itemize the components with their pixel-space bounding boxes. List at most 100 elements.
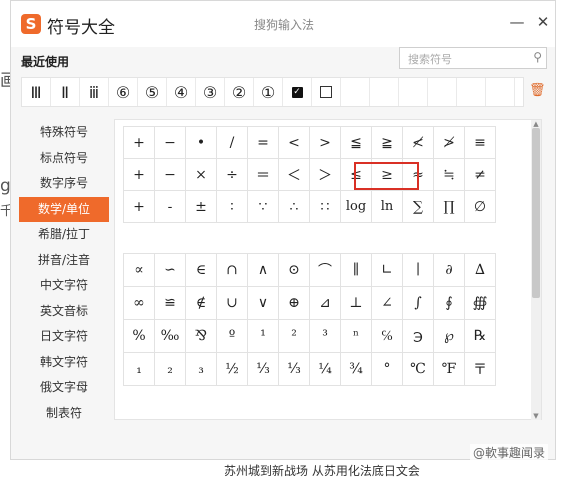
sidebar-item[interactable]: 中文字符 [19,273,109,299]
symbol-cell[interactable]: ∉ [186,287,217,320]
symbol-cell[interactable]: ∣ [403,254,434,287]
symbol-cell[interactable]: ℘ [434,320,465,353]
sidebar-item[interactable]: 数学/单位 [19,196,109,222]
symbol-cell[interactable]: ∮ [434,287,465,320]
symbol-cell[interactable]: ≠ [465,159,496,191]
recent-symbol-cell[interactable]: ⑤ [138,78,167,106]
sidebar-item[interactable]: 数字序号 [19,171,109,197]
recent-symbol-cell[interactable]: ② [225,78,254,106]
symbol-cell[interactable]: ½ [217,353,248,386]
scroll-up-icon[interactable]: ▲ [531,120,541,128]
symbol-cell[interactable]: ‰ [155,320,186,353]
symbol-cell[interactable]: < [279,127,310,159]
symbol-cell[interactable]: ∆ [465,254,496,287]
symbol-cell[interactable]: ∟ [372,254,403,287]
search-icon[interactable]: ⚲ [533,50,542,64]
recent-symbol-cell[interactable]: ⅲ [80,78,109,106]
symbol-cell[interactable]: log [341,191,372,223]
symbol-cell[interactable]: ℉ [434,353,465,386]
symbol-cell[interactable]: ⊿ [310,287,341,320]
symbol-cell[interactable]: ≒ [434,159,465,191]
minimize-icon[interactable]: — [507,13,527,31]
search-input[interactable] [406,50,530,68]
symbol-cell[interactable]: ∅ [465,191,496,223]
symbol-cell[interactable]: ＝ [248,159,279,191]
recent-symbol-cell[interactable] [312,78,341,106]
recent-symbol-cell[interactable]: ⑥ [109,78,138,106]
symbol-cell[interactable]: ¾ [341,353,372,386]
symbol-cell[interactable]: ∶ [217,191,248,223]
symbol-cell[interactable]: ≮ [403,127,434,159]
recent-symbol-cell[interactable]: ④ [167,78,196,106]
symbol-cell[interactable]: ∵ [248,191,279,223]
symbol-cell[interactable]: ∰ [465,287,496,320]
symbol-cell[interactable]: ³ [310,320,341,353]
sidebar-item[interactable]: 俄文字母 [19,375,109,401]
sidebar-item[interactable]: 拼音/注音 [19,248,109,274]
symbol-cell[interactable]: × [186,159,217,191]
scrollbar[interactable]: ▲ ▼ [531,120,541,420]
recent-symbol-cell[interactable]: ① [254,78,283,106]
symbol-cell[interactable]: ∷ [310,191,341,223]
symbol-cell[interactable]: ÷ [217,159,248,191]
symbol-cell[interactable]: ℅ [372,320,403,353]
symbol-cell[interactable]: • [186,127,217,159]
symbol-cell[interactable]: = [248,127,279,159]
symbol-cell[interactable]: ₁ [124,353,155,386]
symbol-cell[interactable]: ₂ [155,353,186,386]
symbol-cell[interactable]: ∏ [434,191,465,223]
recent-symbol-cell[interactable] [457,78,486,106]
symbol-cell[interactable]: ≦ [341,127,372,159]
symbol-cell[interactable]: + [124,127,155,159]
symbol-cell[interactable]: º [217,320,248,353]
symbol-cell[interactable]: ∩ [217,254,248,287]
close-icon[interactable]: ✕ [533,13,553,31]
symbol-cell[interactable]: ＞ [310,159,341,191]
symbol-cell[interactable]: ⅋ [186,320,217,353]
recent-symbol-cell[interactable]: ✓ [283,78,312,106]
symbol-cell[interactable]: ⊥ [341,287,372,320]
symbol-cell[interactable]: ∥ [341,254,372,287]
symbol-cell[interactable]: ⁿ [341,320,372,353]
symbol-cell[interactable]: ∪ [217,287,248,320]
symbol-cell[interactable]: ≡ [465,127,496,159]
symbol-cell[interactable]: ₃ [186,353,217,386]
symbol-cell[interactable]: ∞ [124,287,155,320]
symbol-cell[interactable]: ℈ [403,320,434,353]
symbol-cell[interactable]: ⊙ [279,254,310,287]
recent-symbol-cell[interactable]: Ⅲ [22,78,51,106]
symbol-cell[interactable]: ∈ [186,254,217,287]
sidebar-item[interactable]: 希腊/拉丁 [19,222,109,248]
symbol-cell[interactable]: ℞ [465,320,496,353]
symbol-cell[interactable]: ln [372,191,403,223]
symbol-cell[interactable]: ∝ [124,254,155,287]
sidebar-item[interactable]: 英文音标 [19,299,109,325]
symbol-cell[interactable]: − [155,159,186,191]
trash-icon[interactable]: 🗑 [529,83,546,98]
sidebar-item[interactable]: 制表符 [19,401,109,427]
symbol-cell[interactable]: ≯ [434,127,465,159]
symbol-cell[interactable]: ⌒ [310,254,341,287]
scroll-down-icon[interactable]: ▼ [531,412,541,420]
symbol-cell[interactable]: ∑ [403,191,434,223]
symbol-cell[interactable]: ℃ [403,353,434,386]
symbol-cell[interactable]: ∠ [372,287,403,320]
symbol-cell[interactable]: ≌ [155,287,186,320]
sidebar-item[interactable]: 韩文字符 [19,350,109,376]
symbol-cell[interactable]: ° [372,353,403,386]
symbol-cell[interactable]: ² [279,320,310,353]
sidebar-item[interactable]: 日文字符 [19,324,109,350]
symbol-cell[interactable]: ± [186,191,217,223]
symbol-cell[interactable]: + [124,159,155,191]
symbol-cell[interactable]: ∫ [403,287,434,320]
recent-symbol-cell[interactable]: Ⅱ [51,78,80,106]
symbol-cell[interactable]: - [155,191,186,223]
recent-symbol-cell[interactable] [428,78,457,106]
scroll-thumb[interactable] [532,128,540,298]
symbol-cell[interactable]: ¼ [310,353,341,386]
symbol-cell[interactable]: ≧ [372,127,403,159]
sidebar-item[interactable]: 标点符号 [19,146,109,172]
symbol-cell[interactable]: ∽ [155,254,186,287]
symbol-cell[interactable]: − [155,127,186,159]
recent-symbol-cell[interactable] [341,78,370,106]
